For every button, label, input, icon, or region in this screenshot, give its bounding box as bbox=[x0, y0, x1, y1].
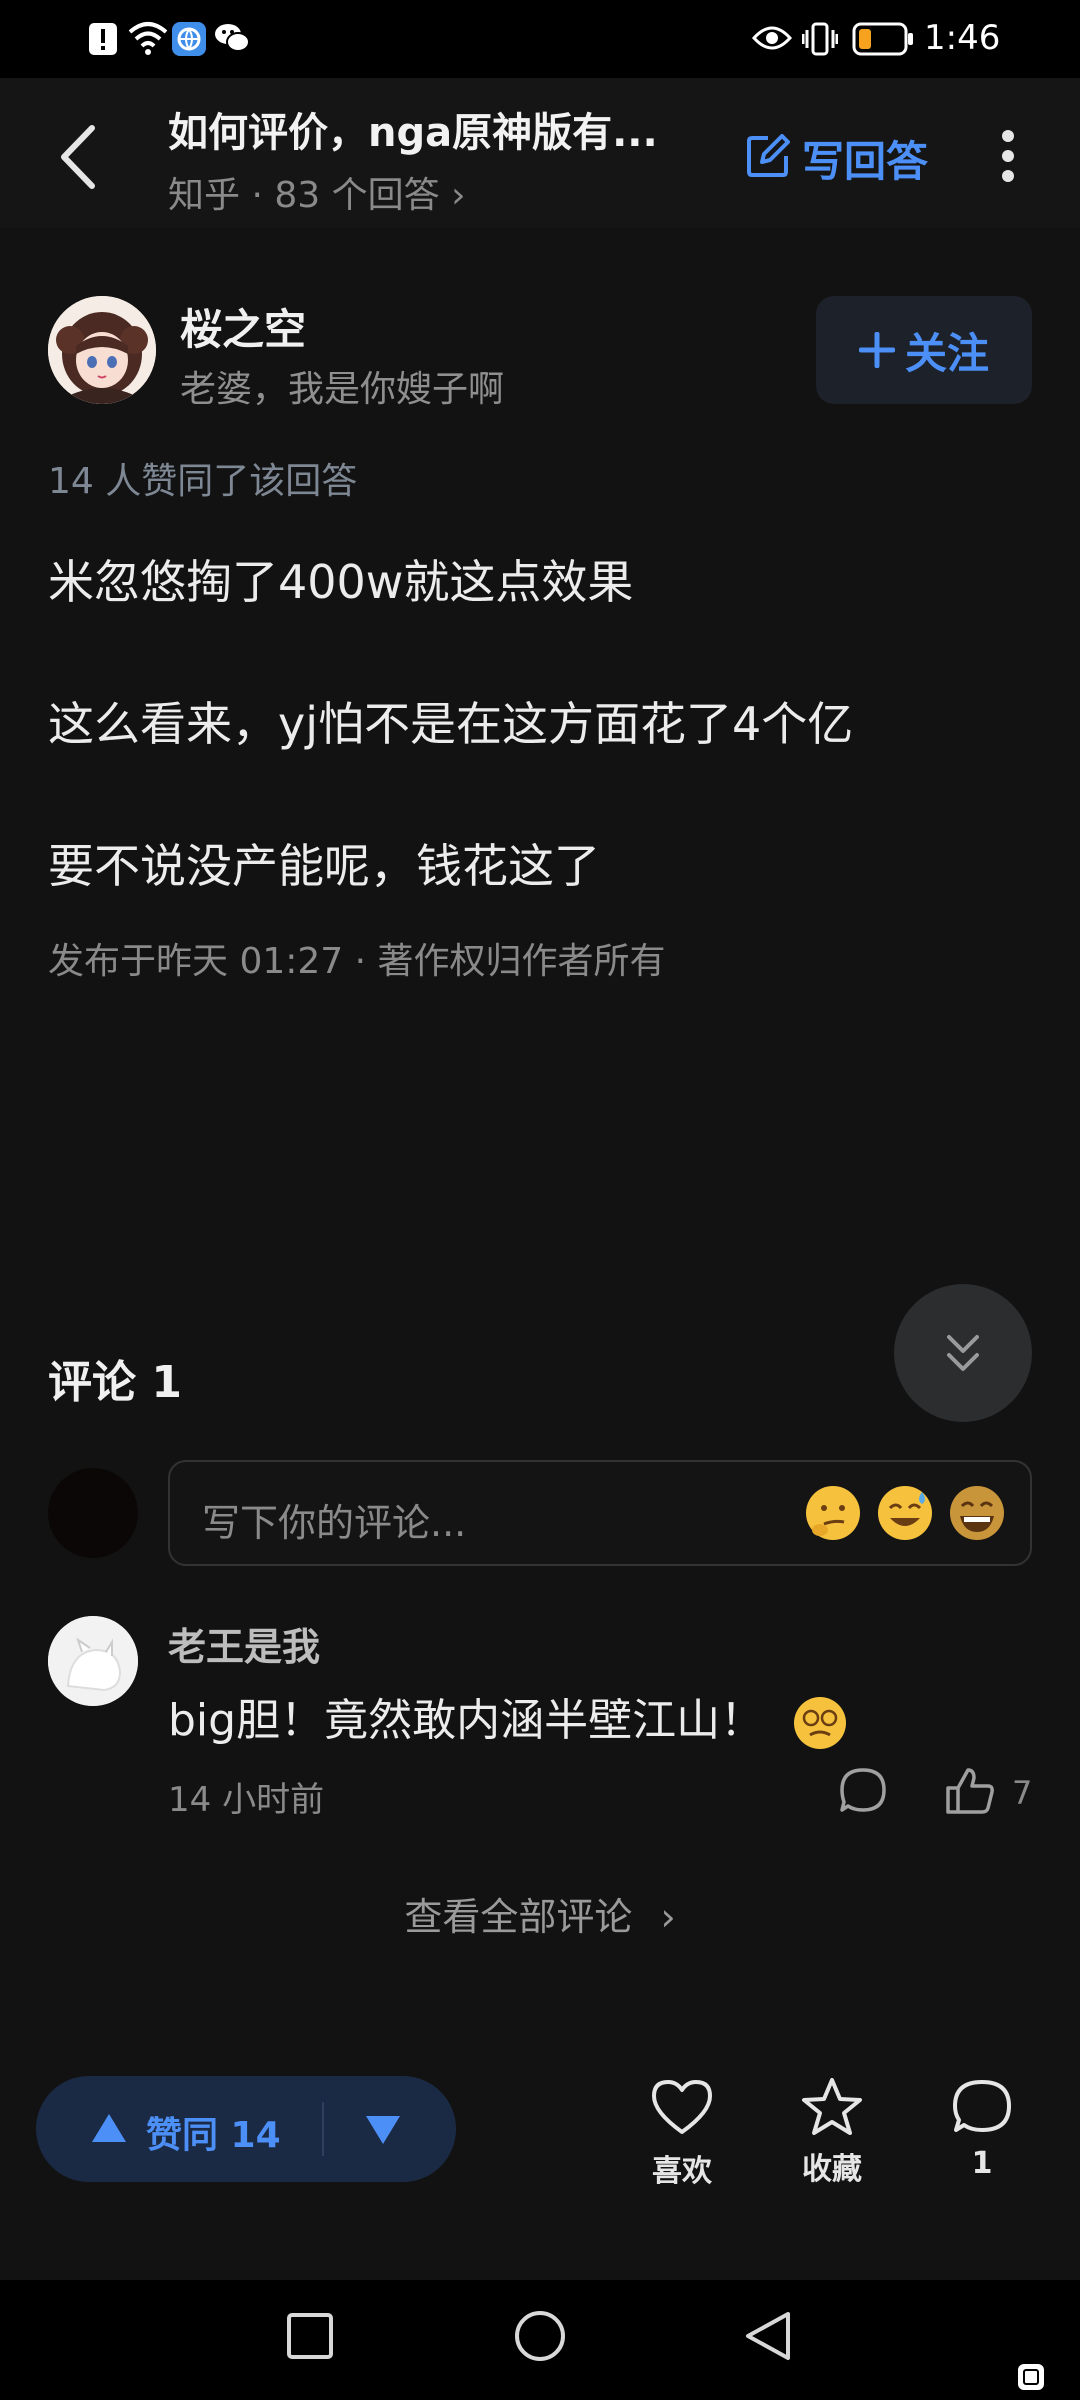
author-avatar[interactable] bbox=[48, 296, 156, 404]
scroll-down-button[interactable] bbox=[894, 1284, 1032, 1422]
upvote-button[interactable]: 赞同 14 bbox=[146, 2106, 281, 2158]
collect-label: 收藏 bbox=[802, 2152, 862, 2187]
battery-icon bbox=[852, 22, 914, 56]
like-action[interactable]: 喜欢 bbox=[622, 2078, 742, 2190]
comment-username[interactable]: 老王是我 bbox=[168, 1616, 320, 1671]
view-all-label: 查看全部评论 bbox=[404, 1895, 633, 1939]
answer-paragraph: 这么看来，yj怕不是在这方面花了4个亿 bbox=[48, 697, 854, 751]
reply-icon[interactable] bbox=[838, 1766, 888, 1816]
answers-count: 83 个回答 bbox=[274, 175, 440, 216]
copyright-note: 著作权归作者所有 bbox=[377, 941, 666, 982]
chevron-right-icon: › bbox=[660, 1895, 676, 1939]
home-circle-icon[interactable] bbox=[514, 2310, 566, 2362]
author-bio: 老婆，我是你嫂子啊 bbox=[180, 369, 505, 410]
recents-square-icon[interactable] bbox=[286, 2312, 334, 2360]
back-triangle-icon[interactable] bbox=[744, 2310, 792, 2362]
grin-emoji-icon[interactable] bbox=[948, 1484, 1006, 1542]
system-navigation-bar bbox=[0, 2280, 1080, 2400]
publish-separator: · bbox=[354, 941, 378, 982]
publish-time: 发布于昨天 01:27 bbox=[48, 941, 344, 982]
star-icon bbox=[800, 2076, 864, 2138]
like-label: 喜欢 bbox=[652, 2154, 712, 2189]
comment-text: big胆！竟然敢内涵半壁江山！ bbox=[168, 1684, 848, 1751]
answer-paragraph: 要不说没产能呢，钱花这了 bbox=[48, 839, 600, 893]
heart-icon bbox=[650, 2078, 714, 2136]
upvote-triangle-icon[interactable] bbox=[90, 2112, 128, 2144]
dizzy-emoji-icon bbox=[792, 1695, 848, 1751]
my-avatar bbox=[48, 1468, 138, 1558]
follow-label: 关注 bbox=[904, 328, 989, 378]
downvote-triangle-icon[interactable] bbox=[364, 2114, 402, 2146]
plus-icon bbox=[858, 332, 895, 368]
thumbs-up-icon[interactable] bbox=[944, 1766, 996, 1816]
question-meta[interactable]: 知乎 · 83 个回答 › bbox=[168, 166, 465, 218]
comment-bubble-icon bbox=[951, 2078, 1013, 2136]
alert-icon bbox=[88, 22, 118, 56]
double-chevron-down-icon bbox=[943, 1331, 983, 1375]
follow-button[interactable]: 关注 bbox=[816, 296, 1032, 404]
back-arrow-icon[interactable] bbox=[56, 122, 100, 192]
wechat-icon bbox=[214, 22, 250, 54]
comment-time: 14 小时前 bbox=[168, 1780, 325, 1820]
vote-control: 赞同 14 bbox=[36, 2076, 456, 2182]
source-label: 知乎 bbox=[168, 175, 241, 216]
thinking-emoji-icon[interactable] bbox=[804, 1484, 862, 1542]
collect-action[interactable]: 收藏 bbox=[772, 2076, 892, 2188]
comments-heading: 评论 1 bbox=[48, 1357, 182, 1408]
author-name[interactable]: 桜之空 bbox=[180, 296, 306, 357]
more-vertical-icon[interactable] bbox=[998, 128, 1018, 184]
comment-like-count: 7 bbox=[1012, 1774, 1033, 1812]
question-title[interactable]: 如何评价，nga原神版有... bbox=[168, 100, 708, 158]
sweat-smile-emoji-icon[interactable] bbox=[876, 1484, 934, 1542]
browser-icon bbox=[172, 22, 206, 56]
wifi-icon bbox=[128, 20, 168, 56]
comment-action[interactable]: 1 bbox=[922, 2078, 1042, 2181]
meta-separator: · bbox=[251, 175, 275, 216]
commenter-avatar[interactable] bbox=[48, 1616, 138, 1706]
vote-divider bbox=[322, 2102, 324, 2156]
status-time: 1:46 bbox=[924, 18, 1001, 58]
comment-placeholder: 写下你的评论... bbox=[202, 1501, 467, 1545]
answer-paragraph: 米忽悠掏了400w就这点效果 bbox=[48, 555, 634, 609]
vibrate-icon bbox=[802, 22, 838, 56]
publish-info: 发布于昨天 01:27 · 著作权归作者所有 bbox=[48, 932, 666, 984]
eye-icon bbox=[752, 24, 792, 52]
status-bar: 1:46 bbox=[0, 0, 1080, 78]
pin-icon[interactable] bbox=[1016, 2362, 1046, 2392]
comment-input[interactable]: 写下你的评论... bbox=[168, 1460, 1032, 1566]
comment-body: big胆！竟然敢内涵半壁江山！ bbox=[168, 1695, 765, 1746]
edit-icon[interactable] bbox=[746, 134, 790, 178]
chevron-right-icon: › bbox=[451, 175, 466, 216]
write-answer-button[interactable]: 写回答 bbox=[802, 128, 928, 189]
likes-summary[interactable]: 14 人赞同了该回答 bbox=[48, 452, 357, 504]
view-all-comments-link[interactable]: 查看全部评论 › bbox=[0, 1886, 1080, 1941]
comment-count: 1 bbox=[971, 2146, 993, 2181]
